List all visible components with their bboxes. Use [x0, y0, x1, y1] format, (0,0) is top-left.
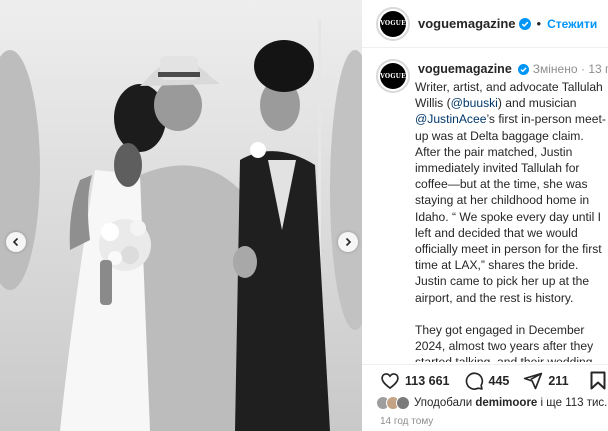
liked-by-prefix: Уподобали — [414, 397, 473, 409]
next-photo-button[interactable] — [338, 232, 358, 252]
edited-label: Змінено — [532, 62, 578, 76]
post-time[interactable]: 13 год. — [588, 62, 608, 76]
liked-by-user[interactable]: demimoore — [475, 397, 537, 409]
comment-button[interactable]: 445 — [464, 371, 510, 391]
verified-icon — [518, 64, 530, 75]
like-button[interactable]: 113 661 — [380, 371, 450, 391]
vogue-logo: VOGUE — [380, 10, 406, 37]
previous-photo-button[interactable] — [6, 232, 26, 252]
caption-avatar[interactable]: VOGUE — [376, 59, 410, 93]
header-username[interactable]: voguemagazine — [418, 16, 516, 31]
avatar — [396, 396, 410, 410]
separator-dot: • — [536, 16, 542, 31]
avatar[interactable]: VOGUE — [376, 6, 410, 41]
chevron-left-icon — [12, 237, 19, 247]
caption-paragraph-2: They got engaged in December 2024, almos… — [415, 322, 594, 362]
shares-count: 211 — [548, 373, 569, 388]
caption-username[interactable]: voguemagazine — [418, 62, 512, 76]
post-photo[interactable] — [0, 0, 362, 431]
heart-icon — [381, 372, 399, 389]
caption-header: voguemagazine Змінено · 13 год. — [418, 62, 608, 76]
bookmark-icon[interactable] — [590, 371, 606, 390]
mention-link[interactable]: @buuski — [451, 96, 498, 110]
liked-by-row: Уподобали demimoore і ще 113 тис. — [376, 396, 608, 410]
verified-icon — [518, 17, 531, 30]
liked-by-suffix[interactable]: і ще 113 тис. — [541, 397, 608, 409]
share-button[interactable]: 211 — [523, 371, 569, 391]
post-side-panel: VOGUE voguemagazine • Стежити VOGUE vogu… — [362, 0, 608, 431]
share-icon — [524, 372, 543, 389]
post-header: VOGUE voguemagazine • Стежити — [362, 0, 608, 48]
caption-paragraph-1: Writer, artist, and advocate Tallulah Wi… — [415, 79, 608, 306]
caption-text-segment: ) and musician — [497, 96, 577, 111]
chevron-right-icon — [345, 237, 352, 247]
caption-area: VOGUE voguemagazine Змінено · 13 год. Wr… — [362, 49, 608, 362]
wedding-photo — [0, 0, 362, 431]
caption-text-segment: ’s first in-person meet-up was at Delta … — [415, 112, 606, 305]
follow-button[interactable]: Стежити — [547, 17, 597, 31]
action-bar: 113 661 445 211 — [362, 364, 608, 396]
caption-text: Writer, artist, and advocate Tallulah Wi… — [415, 79, 608, 362]
likes-count: 113 661 — [405, 373, 450, 388]
comments-count: 445 — [488, 373, 510, 388]
mention-link[interactable]: @JustinAcee — [415, 112, 486, 126]
vogue-logo: VOGUE — [380, 63, 406, 89]
comment-icon — [465, 371, 483, 390]
time-ago[interactable]: 14 год тому — [380, 416, 433, 427]
liked-by-text: Уподобали demimoore і ще 113 тис. — [414, 397, 607, 409]
